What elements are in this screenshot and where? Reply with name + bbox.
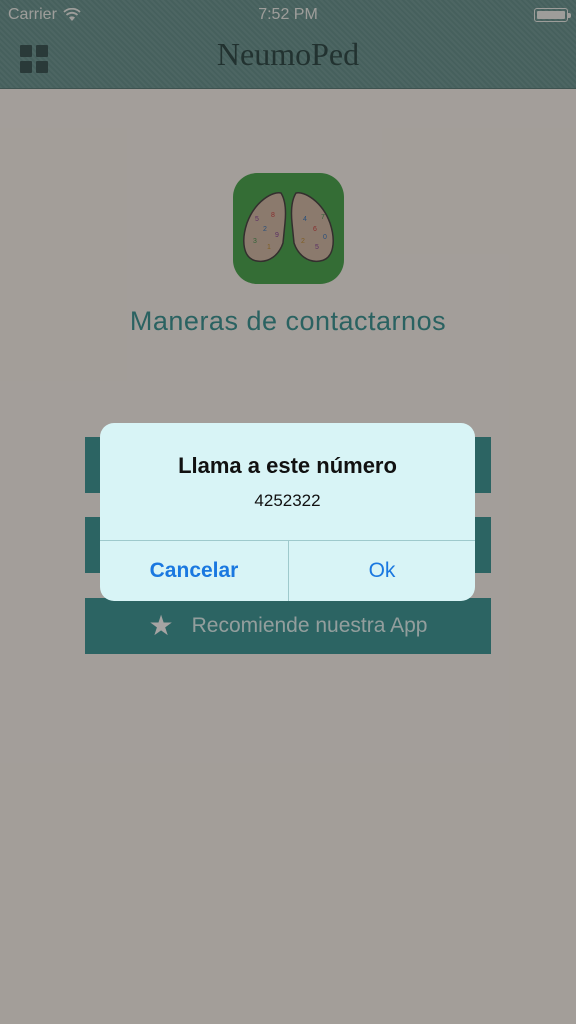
- ok-button[interactable]: Ok: [289, 541, 475, 601]
- alert-title: Llama a este número: [178, 453, 397, 478]
- cancel-button[interactable]: Cancelar: [100, 541, 288, 601]
- call-alert-dialog: Llama a este número 4252322 Cancelar Ok: [100, 423, 475, 601]
- alert-phone-number: 4252322: [254, 491, 321, 510]
